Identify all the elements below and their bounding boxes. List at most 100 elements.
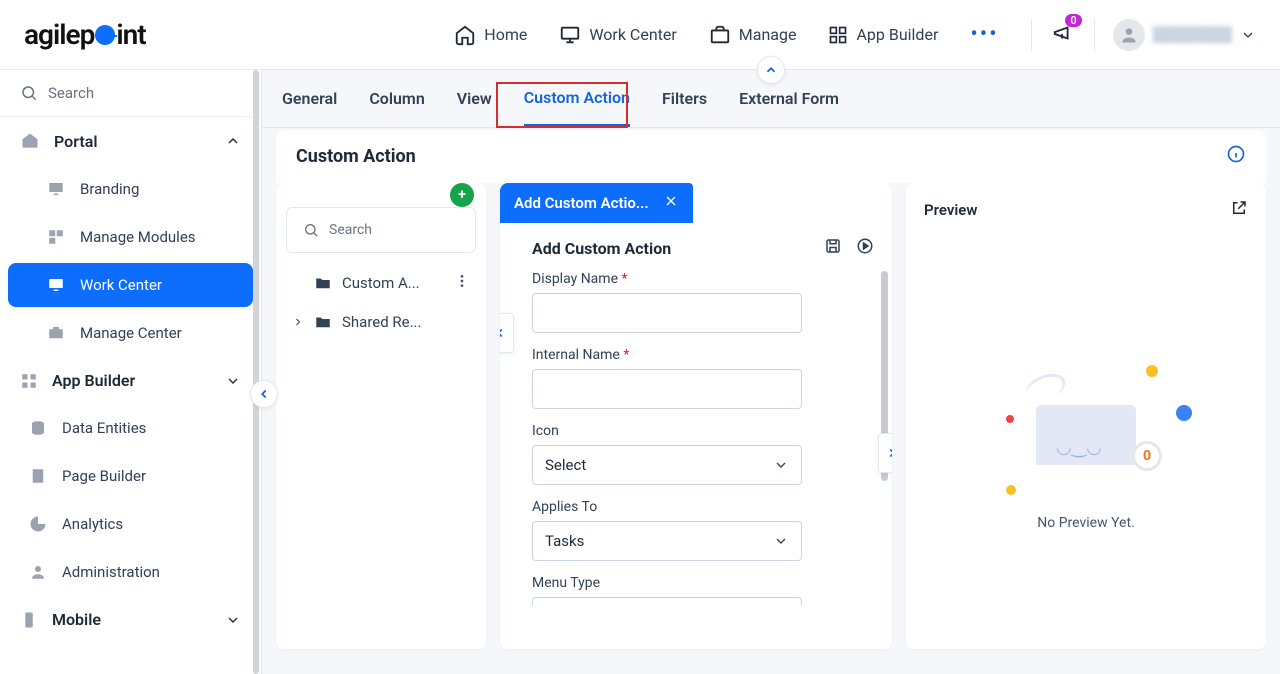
empty-illustration: ◡‿◡ 0: [996, 355, 1176, 495]
sidebar-data-entities-label: Data Entities: [62, 419, 146, 437]
play-circle-icon: [856, 237, 874, 255]
field-display-name: Display Name *: [532, 271, 874, 333]
nav-home-label: Home: [484, 25, 527, 44]
sidebar-mobile-label: Mobile: [52, 610, 211, 629]
nav-workcenter[interactable]: Work Center: [559, 24, 676, 46]
field-menu-type: Menu Type: [532, 575, 874, 605]
sidebar-collapse-button[interactable]: [250, 380, 278, 408]
save-button[interactable]: [824, 237, 842, 259]
list-search[interactable]: Search: [286, 207, 476, 253]
info-button[interactable]: [1226, 144, 1246, 169]
workarea: + Search Custom A...: [262, 183, 1280, 663]
mobile-icon: [20, 611, 38, 629]
house-icon: [20, 131, 40, 151]
sidebar-search-placeholder: Search: [48, 84, 94, 102]
tab-custom-action[interactable]: Custom Action: [524, 71, 630, 127]
sidebar-group-appbuilder[interactable]: App Builder: [0, 357, 261, 404]
tab-column[interactable]: Column: [369, 72, 424, 125]
sidebar-administration-label: Administration: [62, 563, 160, 581]
sidebar-manage-center-label: Manage Center: [80, 324, 182, 342]
form-tab: Add Custom Actio...: [500, 183, 693, 223]
tree-item2-label: Shared Re...: [342, 313, 421, 331]
search-icon: [303, 222, 319, 238]
internal-name-input[interactable]: [532, 369, 802, 409]
nav-appbuilder[interactable]: App Builder: [828, 25, 938, 45]
content: Search Portal Branding Manage Modules Wo…: [0, 70, 1280, 674]
sidebar-item-data-entities[interactable]: Data Entities: [8, 406, 253, 450]
field-applies-to: Applies To Tasks: [532, 499, 874, 561]
add-button[interactable]: +: [450, 183, 474, 207]
external-link-icon: [1230, 199, 1248, 217]
top-nav: Home Work Center Manage App Builder •••: [454, 22, 998, 47]
nav-manage[interactable]: Manage: [709, 24, 797, 46]
form-body: Display Name * Internal Name * Icon Sele…: [500, 265, 892, 605]
tabs-collapse-button[interactable]: [757, 56, 785, 84]
page-icon: [29, 467, 47, 485]
sidebar-item-page-builder[interactable]: Page Builder: [8, 454, 253, 498]
menu-type-select[interactable]: [532, 597, 802, 605]
notifications[interactable]: 0: [1052, 22, 1074, 48]
logo[interactable]: agilepint: [24, 18, 146, 51]
chevron-left-icon: [257, 387, 271, 401]
sidebar-item-manage-modules[interactable]: Manage Modules: [8, 215, 253, 259]
run-button[interactable]: [856, 237, 874, 259]
chevron-down-icon: [1240, 27, 1256, 43]
tab-external-form[interactable]: External Form: [739, 72, 839, 125]
tree-item-shared-resources[interactable]: Shared Re...: [284, 303, 478, 341]
nav-appbuilder-label: App Builder: [856, 25, 938, 44]
form-collapse-right[interactable]: [878, 433, 892, 473]
form-collapse-left[interactable]: [500, 313, 514, 353]
form-tab-label: Add Custom Actio...: [514, 194, 649, 212]
tree-item-menu[interactable]: [454, 273, 470, 293]
form-tab-close[interactable]: [663, 193, 679, 213]
sidebar-item-analytics[interactable]: Analytics: [8, 502, 253, 546]
tab-general[interactable]: General: [282, 72, 337, 125]
chevron-right-icon: [292, 316, 304, 328]
save-icon: [824, 237, 842, 255]
chevron-left-icon: [500, 326, 507, 340]
topbar: agilepint Home Work Center Manage App Bu…: [0, 0, 1280, 70]
applies-to-value: Tasks: [545, 532, 584, 550]
nav-more[interactable]: •••: [970, 22, 998, 47]
chevron-down-icon: [773, 533, 789, 549]
sidebar: Search Portal Branding Manage Modules Wo…: [0, 70, 262, 674]
sidebar-search[interactable]: Search: [0, 70, 261, 117]
menu-type-label: Menu Type: [532, 575, 874, 591]
desktop-icon: [47, 180, 65, 198]
sidebar-item-branding[interactable]: Branding: [8, 167, 253, 211]
user-menu[interactable]: ████████: [1094, 19, 1256, 51]
field-icon: Icon Select: [532, 423, 874, 485]
preview-body: ◡‿◡ 0 No Preview Yet.: [906, 237, 1266, 649]
display-name-input[interactable]: [532, 293, 802, 333]
chevron-up-icon: [764, 63, 778, 77]
tree-item-custom-actions[interactable]: Custom A...: [284, 263, 478, 303]
sidebar-group-portal[interactable]: Portal: [0, 117, 261, 165]
sidebar-branding-label: Branding: [80, 180, 139, 198]
panel-header: Custom Action: [276, 130, 1266, 183]
list-pane: + Search Custom A...: [276, 183, 486, 649]
applies-to-select[interactable]: Tasks: [532, 521, 802, 561]
tab-view[interactable]: View: [457, 72, 492, 125]
sidebar-scrollbar[interactable]: [253, 70, 259, 674]
sidebar-page-builder-label: Page Builder: [62, 467, 146, 485]
form-heading: Add Custom Action: [532, 239, 671, 258]
sidebar-manage-modules-label: Manage Modules: [80, 228, 196, 246]
sidebar-appbuilder-label: App Builder: [52, 371, 211, 390]
search-icon: [20, 84, 38, 102]
preview-header: Preview: [906, 183, 1266, 237]
display-name-label: Display Name *: [532, 271, 874, 287]
sidebar-item-work-center[interactable]: Work Center: [8, 263, 253, 307]
tab-filters[interactable]: Filters: [662, 72, 707, 125]
home-icon: [454, 24, 476, 46]
nav-home[interactable]: Home: [454, 24, 527, 46]
pie-icon: [29, 515, 47, 533]
sidebar-item-manage-center[interactable]: Manage Center: [8, 311, 253, 355]
preview-empty-text: No Preview Yet.: [1037, 515, 1135, 531]
icon-select[interactable]: Select: [532, 445, 802, 485]
modules-icon: [47, 228, 65, 246]
sidebar-group-mobile[interactable]: Mobile: [0, 596, 261, 643]
preview-expand[interactable]: [1230, 199, 1248, 221]
nav-manage-label: Manage: [739, 25, 797, 44]
sidebar-item-administration[interactable]: Administration: [8, 550, 253, 594]
form-pane: Add Custom Actio... Add Custom Action: [500, 183, 892, 649]
